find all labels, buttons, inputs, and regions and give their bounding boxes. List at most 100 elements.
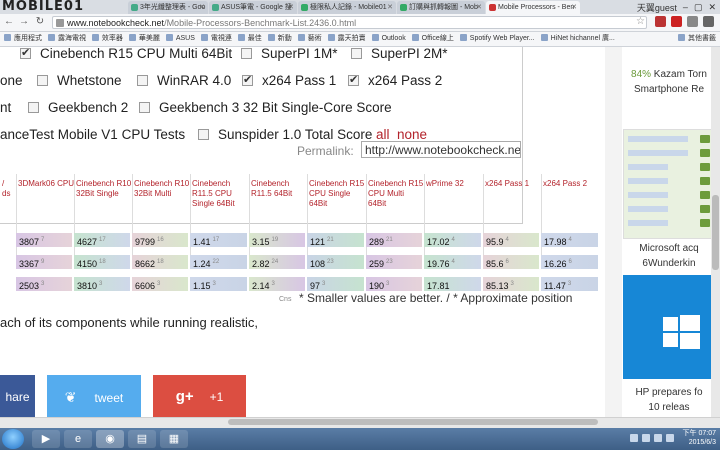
checkbox[interactable] [348, 73, 359, 86]
feed-button [700, 205, 710, 213]
extension-icon[interactable] [671, 16, 682, 27]
column-header[interactable]: x264 Pass 1 [483, 174, 541, 226]
maximize-icon[interactable]: ▢ [694, 2, 703, 13]
bookmark[interactable]: 電視連 [200, 32, 232, 46]
filter-geekbench-2[interactable]: Geekbench 2 [28, 100, 128, 115]
column-header[interactable]: Cinebench R11.5 64Bit [249, 174, 307, 226]
sidebar-screenshot-image[interactable] [623, 129, 715, 239]
column-header[interactable]: Cinebench R15 CPU Single 64Bit [307, 174, 366, 226]
back-icon[interactable]: ← [2, 15, 16, 29]
close-icon[interactable]: ✕ [288, 1, 294, 14]
chrome-icon[interactable]: ◉ [96, 430, 124, 448]
select-all-link[interactable]: all [376, 127, 390, 142]
filter-sunspider[interactable]: Sunspider 1.0 Total Score [198, 127, 372, 142]
checkbox[interactable] [198, 129, 209, 140]
url-field[interactable]: www.notebookcheck.net/Mobile-Processors-… [52, 16, 647, 29]
tray-icon[interactable] [630, 434, 638, 442]
volume-icon[interactable] [666, 434, 674, 442]
checkbox[interactable] [139, 102, 150, 113]
bookmark[interactable]: 藝術 [297, 32, 322, 46]
media-player-icon[interactable]: ▶ [32, 430, 60, 448]
browser-tab-5[interactable]: Mobile Processors - Ben ✕ [486, 1, 580, 14]
clock[interactable]: 下午 07:07 2015/6/3 [683, 429, 716, 447]
other-bookmarks[interactable]: 其他書籤 [678, 32, 716, 46]
start-button[interactable] [2, 429, 24, 449]
column-header[interactable]: 3DMark06 CPU [16, 174, 74, 226]
column-header[interactable]: x264 Pass 2 [541, 174, 600, 226]
filter-x264-pass1[interactable]: x264 Pass 1 [242, 73, 336, 88]
tray-icon[interactable] [642, 434, 650, 442]
windows-taskbar: ▶ e ◉ ▤ ▦ 下午 07:07 2015/6/3 [0, 428, 720, 450]
url-host: www.notebookcheck.net [67, 18, 165, 28]
bookmark[interactable]: 華美麗 [128, 32, 160, 46]
checkbox[interactable] [28, 102, 39, 113]
facebook-share-button[interactable]: hare [0, 375, 35, 417]
browser-tab-1[interactable]: 3年光纖整理表 - Goo ✕ [128, 1, 208, 14]
google-plus-button[interactable]: g+ +1 [153, 375, 246, 417]
bookmark[interactable]: 應用程式 [4, 32, 42, 46]
filter-x264-pass2[interactable]: x264 Pass 2 [348, 73, 442, 88]
close-window-icon[interactable]: ✕ [708, 2, 716, 13]
select-none-link[interactable]: none [397, 127, 427, 142]
column-header[interactable]: Cinebench R10 32Bit Single [74, 174, 132, 226]
close-icon[interactable]: ✕ [199, 1, 205, 14]
bookmark[interactable]: 露海電視 [47, 32, 86, 46]
bookmark[interactable]: 露天拍賣 [327, 32, 366, 46]
column-header[interactable]: Cinebench R10 32Bit Multi [132, 174, 190, 226]
column-header[interactable]: wPrime 32 [424, 174, 483, 226]
browser-tab-2[interactable]: ASUS筆電 - Google 搜 ✕ [209, 1, 297, 14]
app-icon[interactable]: ▦ [160, 430, 188, 448]
filter-geekbench-3[interactable]: Geekbench 3 32 Bit Single-Core Score [139, 100, 392, 115]
filter-superpi-2m[interactable]: SuperPI 2M* [351, 47, 448, 61]
filter-superpi-1m[interactable]: SuperPI 1M* [241, 47, 338, 61]
filter-cinebench-r15-multi[interactable]: Cinebench R15 CPU Multi 64Bit [20, 47, 232, 61]
column-header[interactable]: Cinebench R15 CPU Multi 64Bit [366, 174, 424, 226]
bookmark[interactable]: 新動 [267, 32, 292, 46]
close-icon[interactable]: ✕ [571, 1, 577, 14]
close-icon[interactable]: ✕ [476, 1, 482, 14]
column-header[interactable]: / ds [0, 174, 16, 226]
checkbox[interactable] [242, 73, 253, 86]
windows-logo-image[interactable] [623, 275, 715, 379]
browser-tab-3[interactable]: 極限私人記錄 - Mobile01 ✕ [298, 1, 396, 14]
checkbox[interactable] [37, 75, 48, 86]
explorer-icon[interactable]: ▤ [128, 430, 156, 448]
browser-tab-4[interactable]: 訂購與抓轉報圖 - Mob ✕ [397, 1, 485, 14]
sidebar-item-2-sub: 6Wunderkin [642, 258, 696, 269]
reload-icon[interactable]: ↻ [33, 15, 47, 29]
column-header[interactable]: Cinebench R11.5 CPU Single 64Bit [190, 174, 249, 226]
table-cell: 8662 18 [132, 255, 164, 269]
forward-icon[interactable]: → [17, 15, 31, 29]
tweet-button[interactable]: ❦ tweet [47, 375, 141, 417]
ie-icon[interactable]: e [64, 430, 92, 448]
horizontal-scroll-thumb[interactable] [228, 419, 598, 425]
menu-icon[interactable] [703, 16, 714, 27]
bookmark-star-icon[interactable]: ☆ [636, 16, 645, 27]
checkbox[interactable] [241, 48, 252, 59]
checkbox[interactable] [137, 75, 148, 86]
sidebar-item-1[interactable]: 84% Kazam Torn [623, 67, 715, 82]
extension-icon[interactable] [687, 16, 698, 27]
sidebar-item-3[interactable]: HP prepares fo [623, 385, 715, 400]
checkbox[interactable] [20, 47, 31, 59]
bookmark[interactable]: 最佳 [237, 32, 262, 46]
sidebar-item-2[interactable]: Microsoft acq [623, 241, 715, 256]
vertical-scroll-thumb[interactable] [712, 195, 719, 270]
permalink-field[interactable]: http://www.notebookcheck.net/ [361, 141, 521, 158]
cell-value: 95.9 [486, 237, 504, 247]
bookmark[interactable]: Spotify Web Player... [459, 32, 535, 46]
close-icon[interactable]: ✕ [387, 1, 393, 14]
bookmark-icon [540, 34, 548, 41]
bookmark[interactable]: ASUS [165, 32, 195, 46]
bookmark[interactable]: HiNet hichannel 廣... [540, 32, 615, 46]
filter-winrar[interactable]: WinRAR 4.0 [137, 73, 231, 88]
bookmark[interactable]: Office線上 [411, 32, 454, 46]
minimize-icon[interactable]: – [683, 2, 688, 12]
network-icon[interactable] [654, 434, 662, 442]
bookmark[interactable]: 效率器 [91, 32, 123, 46]
table-cell: 1.41 17 [190, 233, 219, 247]
bookmark[interactable]: Outlook [371, 32, 406, 46]
filter-whetstone[interactable]: Whetstone [37, 73, 122, 88]
extension-icon[interactable] [655, 16, 666, 27]
checkbox[interactable] [351, 48, 362, 59]
